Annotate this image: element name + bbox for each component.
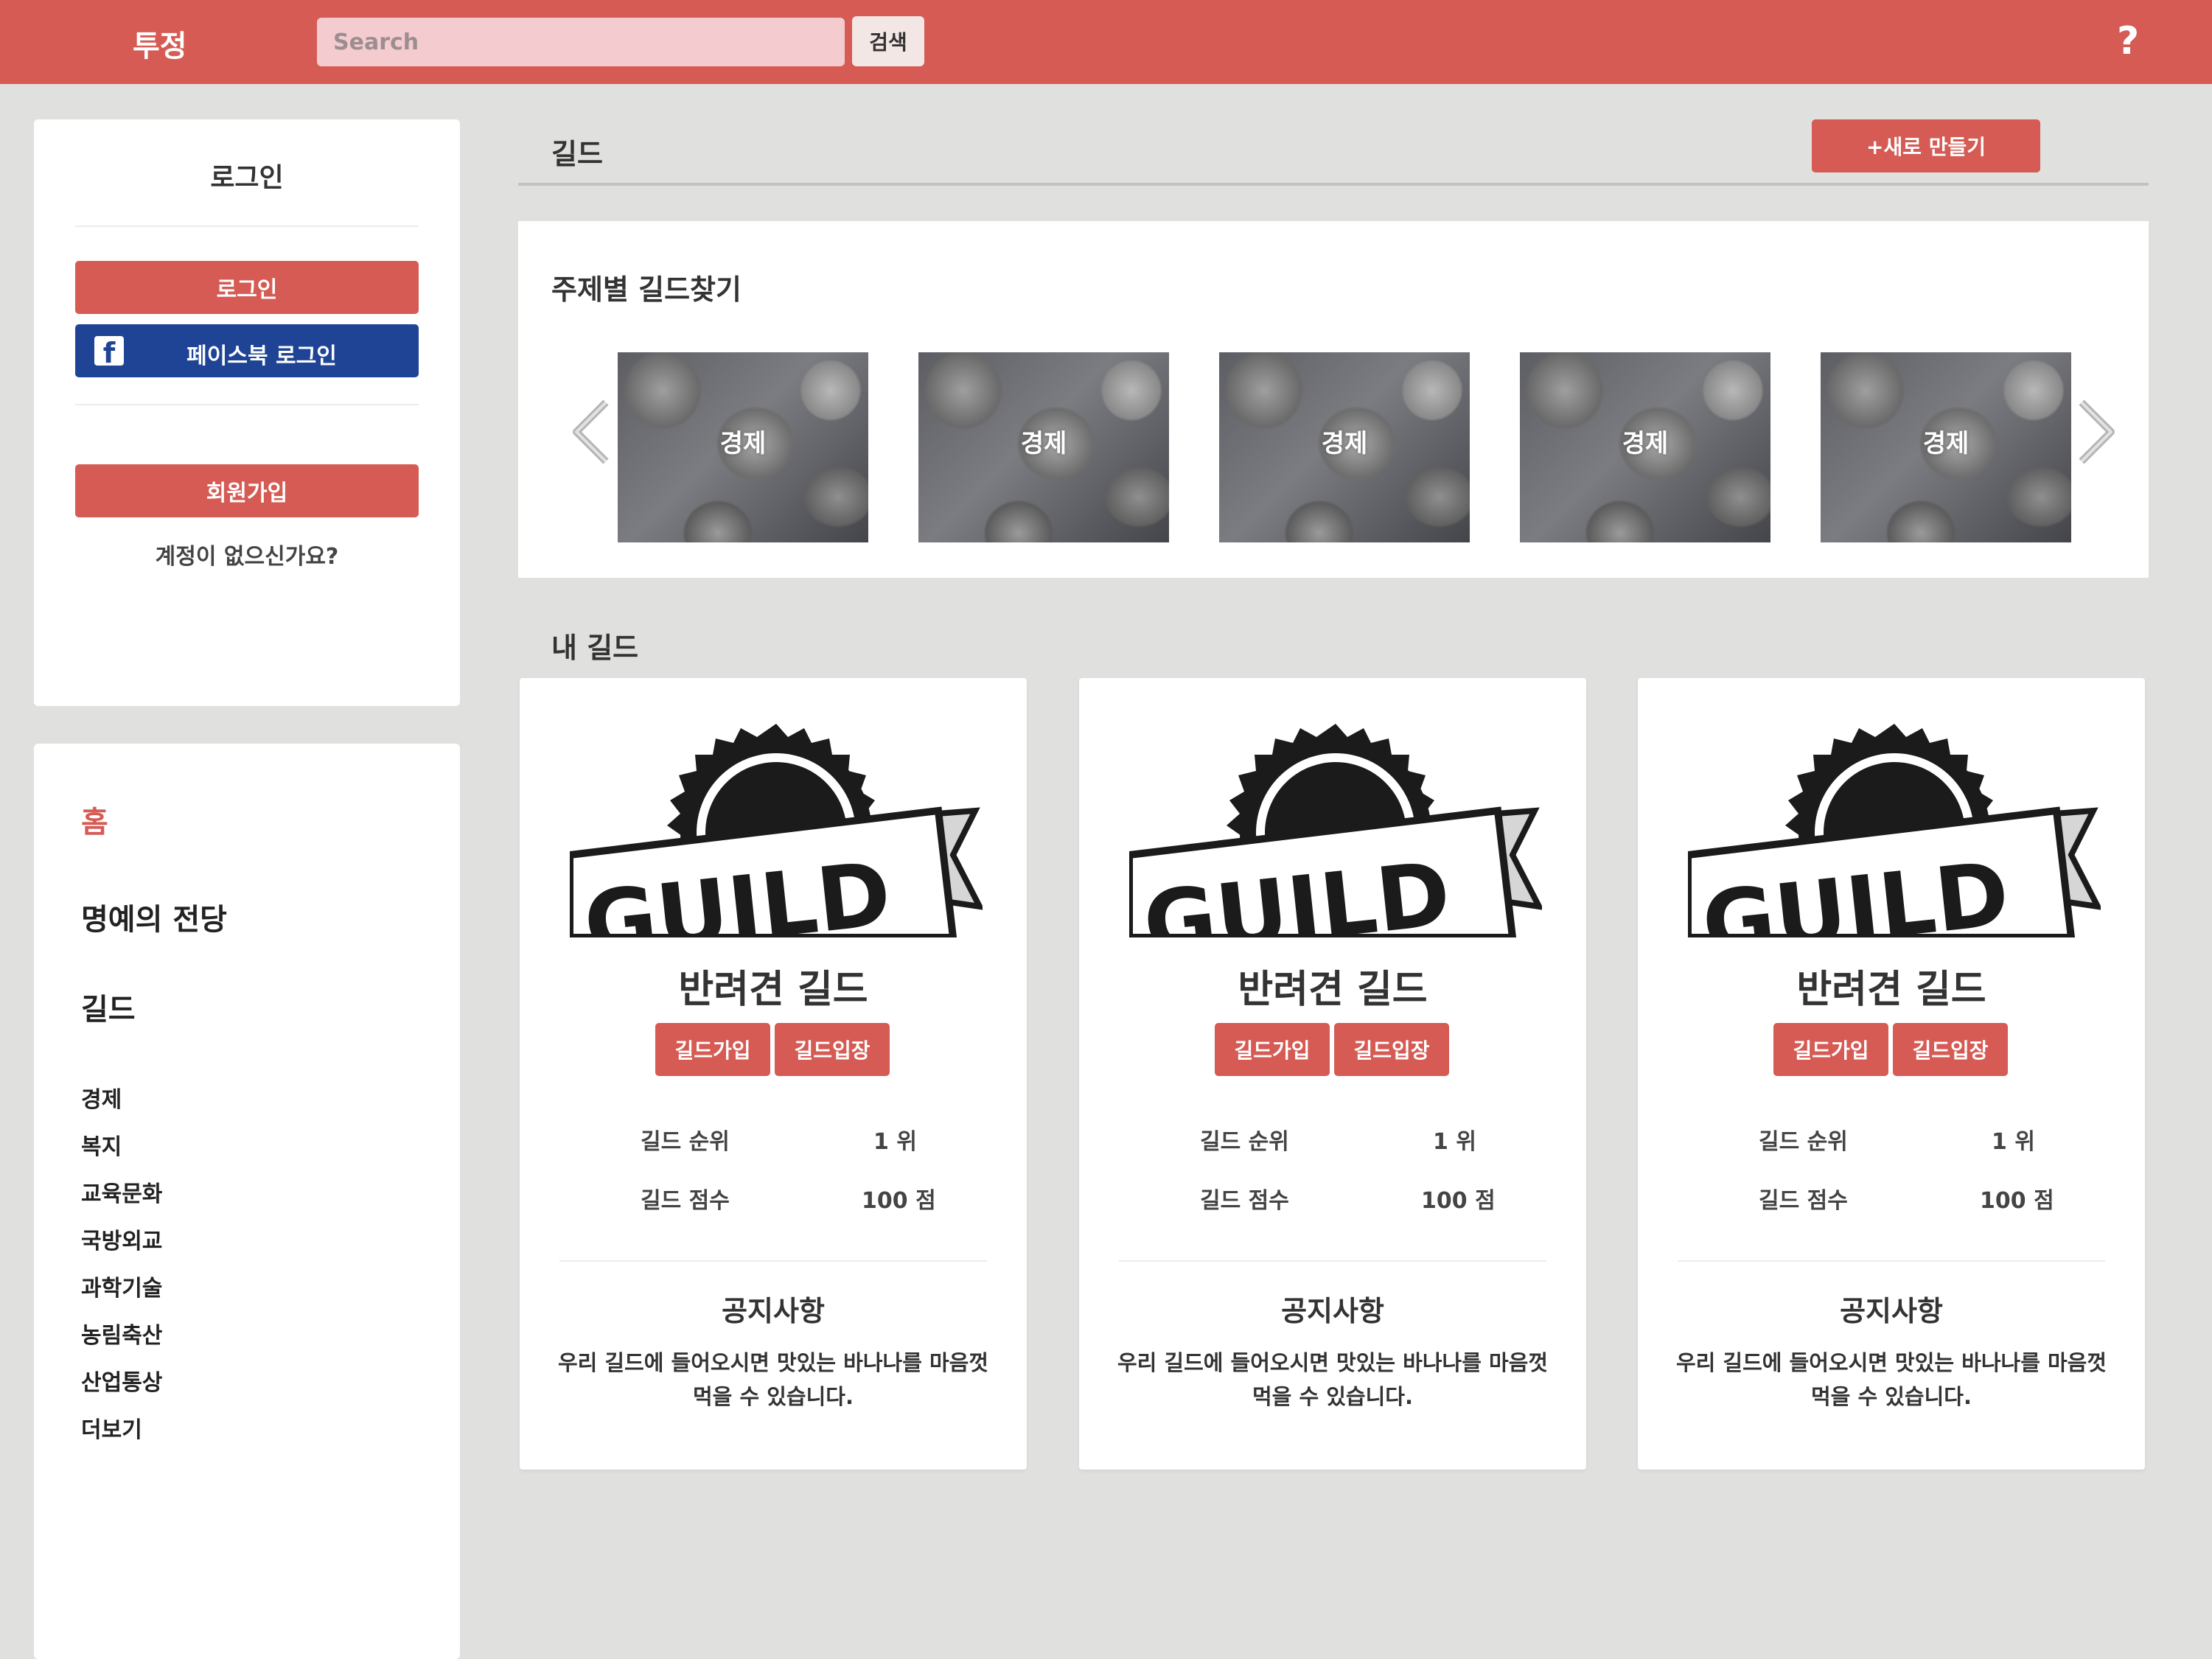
my-guilds-title: 내 길드 [551, 632, 639, 664]
divider [75, 226, 419, 227]
guild-card: GUILD 반려견 길드 길드가입 길드입장 길드 순위 1 위 길드 점수 1… [520, 678, 1027, 1470]
join-guild-button[interactable]: 길드가입 [1215, 1023, 1330, 1076]
guild-rank-value: 1 위 [1992, 1129, 2035, 1155]
divider [1678, 1260, 2105, 1262]
topic-label: 경제 [1622, 429, 1669, 458]
notice-text: 우리 길드에 들어오시면 맛있는 바나나를 마음껏 먹을 수 있습니다. [1675, 1350, 2107, 1409]
guild-card: GUILD 반려견 길드 길드가입 길드입장 길드 순위 1 위 길드 점수 1… [1638, 678, 2145, 1470]
nav-category-welfare[interactable]: 복지 [81, 1128, 122, 1161]
chevron-right-icon[interactable] [2074, 395, 2121, 469]
notice-text: 우리 길드에 들어오시면 맛있는 바나나를 마음껏 먹을 수 있습니다. [557, 1350, 989, 1409]
guild-card: GUILD 반려견 길드 길드가입 길드입장 길드 순위 1 위 길드 점수 1… [1079, 678, 1586, 1470]
notice-text: 우리 길드에 들어오시면 맛있는 바나나를 마음껏 먹을 수 있습니다. [1117, 1350, 1549, 1409]
enter-guild-button[interactable]: 길드입장 [1334, 1023, 1449, 1076]
brand-logo[interactable]: 투정 [133, 22, 187, 65]
guild-logo: GUILD [1688, 708, 2101, 937]
guild-score-value: 100 점 [1421, 1188, 1496, 1214]
nav-category-agriculture[interactable]: 농림축산 [81, 1317, 162, 1349]
nav-item-hall-of-fame[interactable]: 명예의 전당 [81, 895, 227, 938]
facebook-login-button[interactable]: f 페이스북 로그인 [75, 324, 419, 377]
topic-label: 경제 [1321, 429, 1368, 458]
nav-category-industry[interactable]: 산업통상 [81, 1364, 162, 1397]
topic-label: 경제 [1020, 429, 1067, 458]
guild-rank-label: 길드 순위 [1200, 1129, 1289, 1155]
topic-card[interactable]: 경제 [1520, 352, 1770, 542]
question-mark-icon[interactable]: ? [2117, 19, 2139, 63]
guild-name: 반려견 길드 [1238, 968, 1428, 1012]
create-guild-button[interactable]: +새로 만들기 [1812, 119, 2040, 172]
guild-logo: GUILD [570, 708, 983, 937]
guild-name: 반려견 길드 [678, 968, 868, 1012]
signup-button[interactable]: 회원가입 [75, 464, 419, 517]
guild-rank-label: 길드 순위 [641, 1129, 730, 1155]
login-panel: 로그인 로그인 f 페이스북 로그인 계정이 없으신가요? 회원가입 [34, 119, 460, 706]
nav-item-home[interactable]: 홈 [81, 798, 108, 841]
topic-card[interactable]: 경제 [618, 352, 868, 542]
notice-title: 공지사항 [722, 1295, 825, 1327]
nav-category-science[interactable]: 과학기술 [81, 1270, 162, 1302]
topic-card[interactable]: 경제 [918, 352, 1169, 542]
guild-score-label: 길드 점수 [641, 1188, 730, 1214]
divider [75, 404, 419, 405]
enter-guild-button[interactable]: 길드입장 [775, 1023, 890, 1076]
enter-guild-button[interactable]: 길드입장 [1893, 1023, 2008, 1076]
nav-item-guild[interactable]: 길드 [81, 985, 136, 1028]
chevron-left-icon[interactable] [566, 395, 613, 469]
guild-name: 반려견 길드 [1796, 968, 1986, 1012]
notice-title: 공지사항 [1281, 1295, 1384, 1327]
search-button[interactable]: 검색 [852, 16, 924, 66]
guild-score-value: 100 점 [1980, 1188, 2054, 1214]
guild-logo: GUILD [1129, 708, 1542, 937]
guild-score-label: 길드 점수 [1759, 1188, 1848, 1214]
nav-category-defense[interactable]: 국방외교 [81, 1223, 162, 1255]
divider [1119, 1260, 1546, 1262]
search-input[interactable] [317, 18, 845, 66]
topic-card[interactable]: 경제 [1821, 352, 2071, 542]
guild-score-value: 100 점 [862, 1188, 936, 1214]
topic-label: 경제 [719, 429, 767, 458]
login-title: 로그인 [210, 163, 284, 193]
login-button[interactable]: 로그인 [75, 261, 419, 314]
join-guild-button[interactable]: 길드가입 [1773, 1023, 1888, 1076]
guild-rank-value: 1 위 [873, 1129, 917, 1155]
topic-label: 경제 [1922, 429, 1969, 458]
top-bar: 투정 검색 ? [0, 0, 2212, 84]
guild-rank-value: 1 위 [1433, 1129, 1476, 1155]
nav-more-link[interactable]: 더보기 [81, 1411, 142, 1444]
page-title: 길드 [551, 138, 603, 170]
facebook-login-label: 페이스북 로그인 [186, 343, 337, 369]
guild-score-label: 길드 점수 [1200, 1188, 1289, 1214]
join-guild-button[interactable]: 길드가입 [655, 1023, 770, 1076]
nav-category-economy[interactable]: 경제 [81, 1081, 122, 1114]
topic-card[interactable]: 경제 [1219, 352, 1470, 542]
nav-panel: 홈 명예의 전당 길드 경제 복지 교육문화 국방외교 과학기술 농림축산 산업… [34, 744, 460, 1659]
no-account-text: 계정이 없으신가요? [155, 544, 339, 570]
header-divider [518, 183, 2149, 186]
divider [559, 1260, 987, 1262]
topics-title: 주제별 길드찾기 [551, 273, 742, 306]
guild-rank-label: 길드 순위 [1759, 1129, 1848, 1155]
notice-title: 공지사항 [1840, 1295, 1943, 1327]
nav-category-education[interactable]: 교육문화 [81, 1176, 162, 1208]
